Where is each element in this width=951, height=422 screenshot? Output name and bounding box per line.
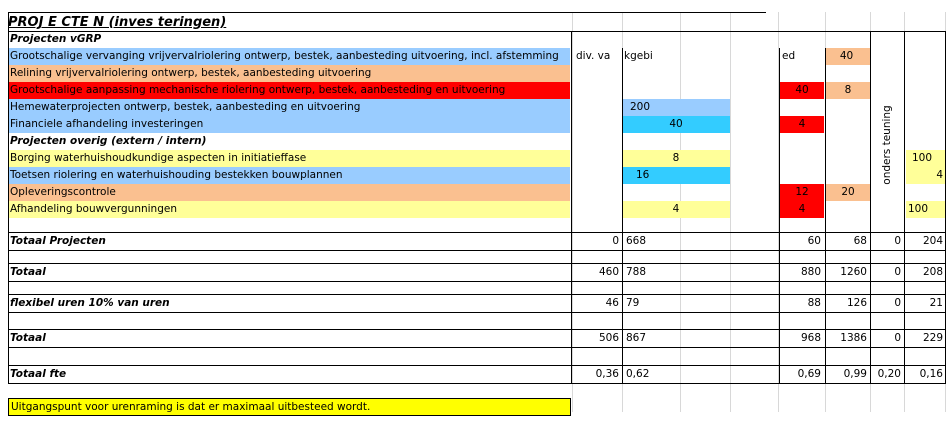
section-header-overig: Projecten overig (extern / intern) [10, 135, 207, 147]
cell-value[interactable]: 8 [826, 82, 870, 99]
total-value: 0 [894, 332, 901, 344]
cell-value[interactable]: 4 [780, 201, 824, 218]
total-value: 229 [922, 332, 943, 344]
cell-value[interactable]: 40 [826, 48, 870, 65]
total-value: 0,69 [797, 368, 821, 380]
total-value: 0 [894, 235, 901, 247]
cell-value[interactable]: 12 [780, 184, 824, 201]
cell-value[interactable]: 4 [622, 201, 730, 218]
note: Uitgangspunt voor urenraming is dat er m… [8, 398, 571, 416]
total-value: 0 [612, 235, 619, 247]
total-label: Totaal Projecten [10, 235, 106, 247]
total-value: 0 [894, 297, 901, 309]
total-value: 0,99 [843, 368, 867, 380]
total-value: 0,36 [595, 368, 619, 380]
row-label[interactable]: Grootschalige vervanging vrijvervalriole… [8, 48, 570, 65]
total-value: 880 [800, 266, 821, 278]
total-value: 60 [807, 235, 821, 247]
row-label[interactable]: Toetsen riolering en waterhuishouding be… [8, 167, 570, 184]
sheet-title: PROJ E CTE N (inves teringen) [8, 15, 227, 30]
cell-value[interactable]: 200 [622, 99, 730, 116]
total-value: 1260 [840, 266, 867, 278]
total-value: 79 [626, 297, 640, 309]
total-label: flexibel uren 10% van uren [10, 297, 170, 309]
col-header-kgebi: kgebi [624, 50, 653, 62]
total-value: 68 [853, 235, 867, 247]
total-value: 0,20 [877, 368, 901, 380]
total-value: 208 [922, 266, 943, 278]
total-value: 126 [846, 297, 867, 309]
total-value: 88 [807, 297, 821, 309]
total-label: Totaal fte [10, 368, 67, 380]
total-value: 204 [922, 235, 943, 247]
row-label[interactable]: Borging waterhuishoudkundige aspecten in… [8, 150, 570, 167]
row-label[interactable]: Grootschalige aanpassing mechanische rio… [8, 82, 570, 99]
cell-value[interactable]: 100 [906, 150, 946, 167]
total-value: 46 [605, 297, 619, 309]
total-label: Totaal [10, 332, 46, 344]
total-value: 0,16 [919, 368, 943, 380]
cell-value[interactable]: 40 [622, 116, 730, 133]
total-value: 668 [626, 235, 647, 247]
cell-value[interactable]: 4 [906, 167, 946, 184]
cell-value[interactable]: 100 [906, 201, 946, 218]
section-header-vgrp: Projecten vGRP [10, 33, 102, 45]
row-label[interactable]: Relining vrijvervalriolering ontwerp, be… [8, 65, 570, 82]
row-label[interactable]: Hemewaterprojecten ontwerp, bestek, aanb… [8, 99, 570, 116]
row-label[interactable]: Opleveringscontrole [8, 184, 570, 201]
total-label: Totaal [10, 266, 46, 278]
row-label[interactable]: Financiele afhandeling investeringen [8, 116, 570, 133]
total-value: 21 [929, 297, 943, 309]
cell-value[interactable]: 8 [622, 150, 730, 167]
total-value: 788 [626, 266, 647, 278]
row-label[interactable]: Afhandeling bouwvergunningen [8, 201, 570, 218]
cell-value[interactable]: 16 [622, 167, 730, 184]
col-header-ed: ed [782, 50, 796, 62]
cell-value[interactable]: 20 [826, 184, 870, 201]
spreadsheet: PROJ E CTE N (inves teringen) Projecten … [0, 0, 951, 422]
cell-value[interactable]: 4 [780, 116, 824, 133]
total-value: 506 [598, 332, 619, 344]
total-value: 968 [800, 332, 821, 344]
total-value: 0 [894, 266, 901, 278]
total-value: 0,62 [626, 368, 650, 380]
total-value: 460 [598, 266, 619, 278]
col-header-ondersteuning: onders teuning [881, 105, 893, 185]
total-value: 867 [626, 332, 647, 344]
cell-value[interactable]: 40 [780, 82, 824, 99]
col-header-div: div. va [576, 50, 611, 62]
total-value: 1386 [840, 332, 867, 344]
